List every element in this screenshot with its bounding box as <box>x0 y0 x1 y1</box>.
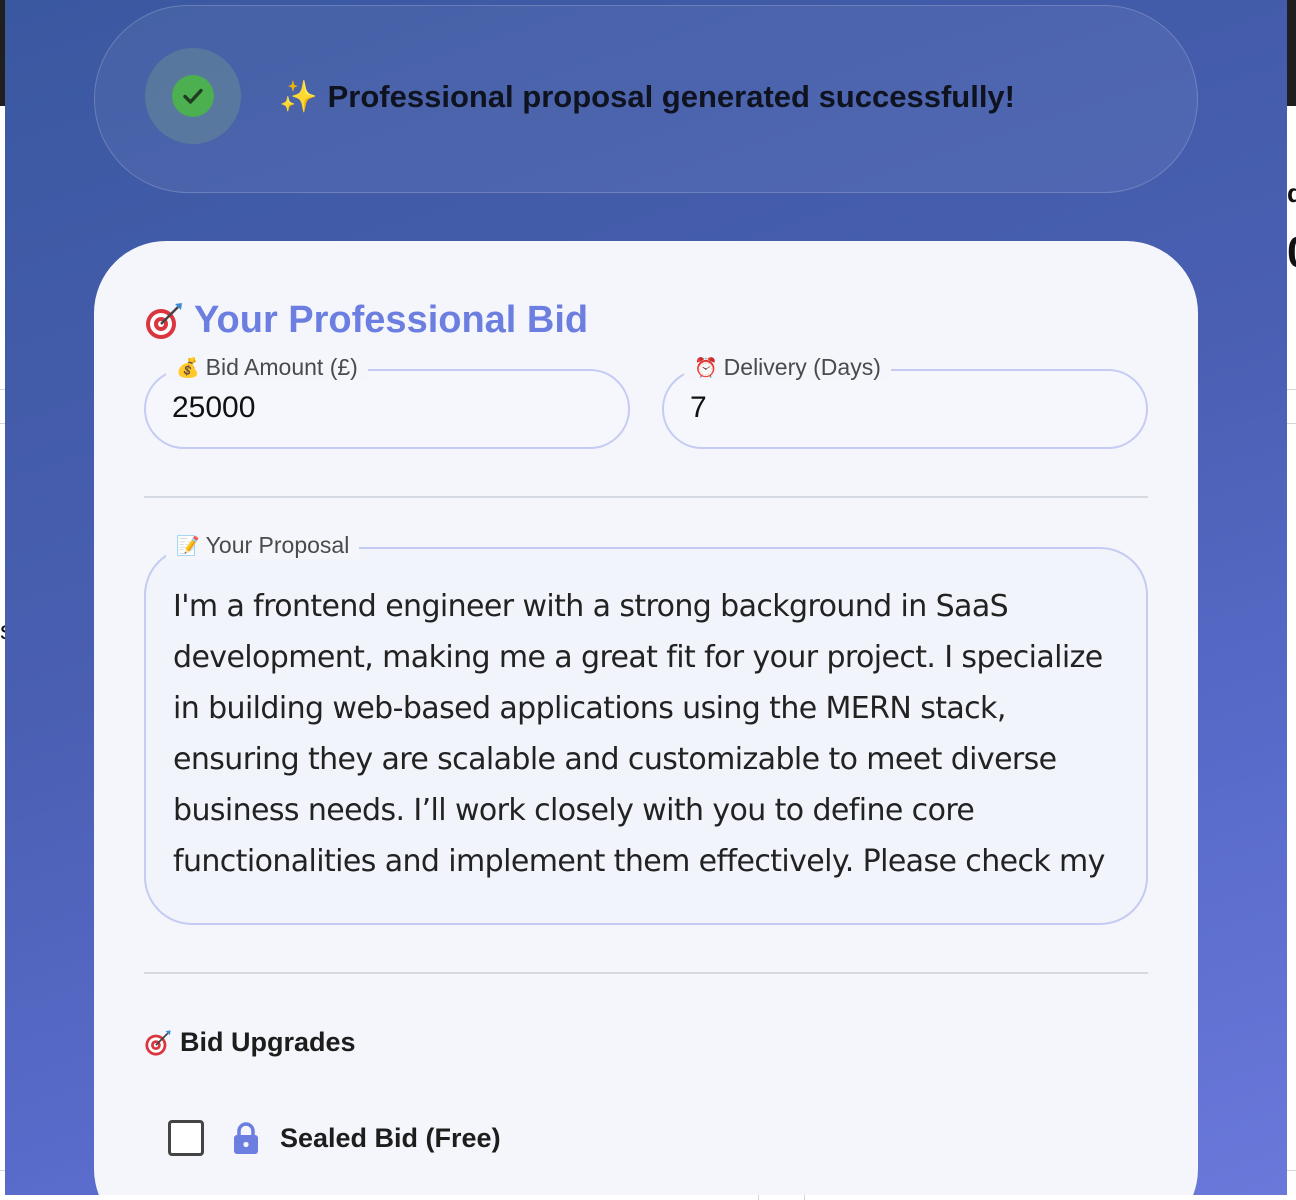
toast-message-text: Professional proposal generated successf… <box>327 79 1015 114</box>
sparkle-icon: ✨ <box>279 79 318 114</box>
delivery-days-label-text: Delivery (Days) <box>723 354 881 380</box>
bid-card: Your Professional Bid 💰 Bid Amount (£) 2… <box>94 241 1198 1195</box>
modal-overlay: ✨ Professional proposal generated success… <box>5 0 1287 1195</box>
toast-message: ✨ Professional proposal generated success… <box>279 78 1015 115</box>
proposal-text[interactable]: I'm a frontend engineer with a strong ba… <box>173 581 1128 891</box>
bid-amount-label-text: Bid Amount (£) <box>205 354 358 380</box>
bid-amount-field[interactable]: 💰 Bid Amount (£) 25000 <box>144 354 630 449</box>
money-bag-icon: 💰 <box>176 357 200 379</box>
delivery-days-input[interactable]: 7 <box>690 391 707 425</box>
divider <box>144 496 1148 498</box>
upgrade-option-sealed-bid[interactable]: Sealed Bid (Free) <box>168 1120 501 1156</box>
sealed-bid-label: Sealed Bid (Free) <box>280 1122 501 1153</box>
bid-upgrades-title: Bid Upgrades <box>180 1027 356 1057</box>
sealed-bid-checkbox[interactable] <box>168 1120 204 1156</box>
bid-amount-input[interactable]: 25000 <box>172 391 255 425</box>
alarm-clock-icon: ⏰ <box>694 357 718 379</box>
check-circle-icon <box>172 75 214 117</box>
lock-icon <box>234 1122 258 1154</box>
background-text: d <box>1287 178 1296 208</box>
bid-amount-label: 💰 Bid Amount (£) <box>166 354 368 381</box>
background-text: 0 <box>1287 228 1296 278</box>
bid-upgrades-heading: Bid Upgrades <box>144 1027 356 1058</box>
memo-icon: 📝 <box>176 535 200 557</box>
toast-icon-wrap <box>145 48 241 144</box>
page-title-text: Your Professional Bid <box>194 299 589 341</box>
proposal-label: 📝 Your Proposal <box>166 532 360 559</box>
divider <box>144 972 1148 974</box>
proposal-label-text: Your Proposal <box>205 532 350 558</box>
delivery-days-field[interactable]: ⏰ Delivery (Days) 7 <box>662 354 1148 449</box>
proposal-textarea[interactable]: 📝 Your Proposal I'm a frontend engineer … <box>144 532 1148 925</box>
success-toast: ✨ Professional proposal generated success… <box>94 5 1198 193</box>
target-icon <box>146 302 182 339</box>
delivery-days-label: ⏰ Delivery (Days) <box>684 354 891 381</box>
target-icon <box>145 1029 171 1056</box>
page-title: Your Professional Bid <box>144 299 588 342</box>
